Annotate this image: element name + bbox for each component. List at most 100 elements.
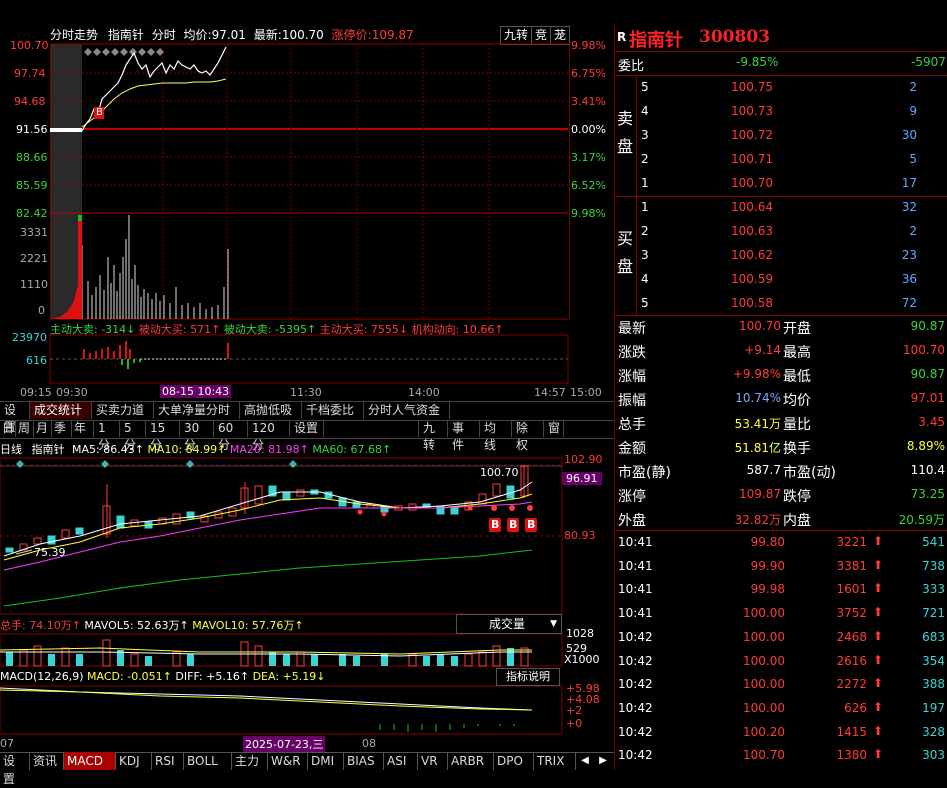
stat-label: 涨停 bbox=[618, 489, 646, 505]
tick-volume: 1601 bbox=[836, 582, 867, 597]
macd-label-4: +0 bbox=[566, 717, 583, 730]
btab-vr[interactable]: VR bbox=[418, 752, 448, 770]
tab-popularity[interactable]: 分时人气资金 bbox=[364, 402, 450, 419]
vol-total: 总手: 74.10万↑ bbox=[0, 619, 81, 632]
level-price: 100.75 bbox=[731, 80, 773, 94]
level-volume: 2 bbox=[909, 80, 917, 94]
level-price: 100.64 bbox=[731, 200, 773, 214]
stat-label: 振幅 bbox=[618, 393, 646, 409]
level-price: 100.72 bbox=[731, 128, 773, 142]
intraday-volume-bars bbox=[81, 215, 229, 319]
sell-level-row[interactable]: 2 100.71 5 bbox=[637, 149, 947, 171]
indicator-help-button[interactable]: 指标说明 bbox=[496, 668, 560, 686]
sell-char-2: 盘 bbox=[617, 137, 634, 156]
level-volume: 17 bbox=[901, 176, 917, 190]
arrow-up-icon: ⬆ bbox=[872, 628, 883, 643]
arrow-up-icon: ⬆ bbox=[872, 534, 883, 548]
buy-level-row[interactable]: 5 100.58 72 bbox=[637, 293, 947, 315]
tab-high-low[interactable]: 高抛低吸 bbox=[240, 402, 302, 419]
buy-level-row[interactable]: 2 100.63 2 bbox=[637, 221, 947, 243]
intraday-svg bbox=[49, 43, 569, 384]
tick-count: 683 bbox=[922, 629, 945, 644]
tick-count: 328 bbox=[922, 724, 945, 739]
stat-label: 市盈(静) bbox=[618, 465, 671, 481]
stat-value: 32.82万 bbox=[734, 513, 781, 527]
arrow-up-icon: ⬆ bbox=[872, 557, 883, 572]
sub-label-1: 23970 bbox=[12, 331, 47, 344]
sell-level-row[interactable]: 1 100.70 17 bbox=[637, 173, 947, 195]
btab-trix[interactable]: TRIX bbox=[534, 752, 576, 770]
tab-buy-sell-force[interactable]: 买卖力道 bbox=[92, 402, 154, 419]
tick-price: 100.00 bbox=[743, 629, 785, 644]
sell-level-row[interactable]: 3 100.72 30 bbox=[637, 125, 947, 147]
tick-row: 10:42 100.70 1380 ⬆ 303 bbox=[615, 745, 947, 767]
buy-level-row[interactable]: 1 100.64 32 bbox=[637, 197, 947, 219]
tick-volume: 2468 bbox=[836, 629, 867, 644]
level-volume: 23 bbox=[901, 248, 917, 262]
buy-side-label: 买 盘 bbox=[617, 225, 633, 281]
kline-high-label: 100.70 bbox=[480, 466, 519, 479]
tick-row: 10:42 100.00 2468 ⬆ 683 bbox=[615, 627, 947, 649]
tab-scroll-left[interactable]: ◀ bbox=[576, 752, 594, 770]
vol-dropdown-label: 成交量 bbox=[489, 617, 526, 631]
vol-dropdown[interactable]: 成交量 ▼ bbox=[456, 614, 562, 634]
buy-level-row[interactable]: 3 100.62 23 bbox=[637, 245, 947, 267]
tick-count: 721 bbox=[922, 606, 945, 621]
webi-row: 委比 -9.85% -5907 bbox=[615, 52, 947, 74]
kline-b1: B bbox=[491, 518, 500, 531]
stat-label: 涨跌 bbox=[618, 345, 646, 361]
time-axis-0915: 09:15 bbox=[20, 386, 52, 399]
tick-row: 10:41 99.90 3381 ⬆ 738 bbox=[615, 556, 947, 578]
date-axis-cursor: 2025-07-23,三 bbox=[243, 736, 326, 752]
tab-deal-stats[interactable]: 成交统计 bbox=[30, 402, 92, 419]
tab-big-order[interactable]: 大单净量分时 bbox=[154, 402, 240, 419]
btab-dmi[interactable]: DMI bbox=[308, 752, 344, 770]
stat-value-2: 100.70 bbox=[903, 343, 945, 357]
btab-bias[interactable]: BIAS bbox=[344, 752, 384, 770]
btab-main-force[interactable]: 主力 bbox=[232, 752, 268, 770]
btab-settings[interactable]: 设置 bbox=[0, 752, 30, 786]
arrow-up-icon: ⬆ bbox=[872, 676, 883, 691]
tick-time: 10:41 bbox=[618, 558, 653, 573]
btab-wr[interactable]: W&R bbox=[268, 752, 308, 770]
sell-level-row[interactable]: 4 100.73 9 bbox=[637, 101, 947, 123]
stat-value-2: 90.87 bbox=[910, 319, 945, 333]
buy-char-2: 盘 bbox=[617, 257, 634, 276]
stat-value-2: 8.89% bbox=[906, 439, 945, 453]
sell-level-row[interactable]: 5 100.75 2 bbox=[637, 77, 947, 99]
btab-kdj[interactable]: KDJ bbox=[116, 752, 152, 770]
sell-side-label: 卖 盘 bbox=[617, 105, 633, 161]
stat-value-2: 20.59万 bbox=[898, 513, 945, 527]
stat-value: 109.87 bbox=[739, 487, 781, 501]
chevron-down-icon: ▼ bbox=[550, 619, 557, 629]
level-volume: 2 bbox=[909, 224, 917, 238]
tick-price: 100.20 bbox=[743, 724, 785, 739]
tab-scroll-right[interactable]: ▶ bbox=[594, 752, 612, 770]
sub-label-2: 616 bbox=[26, 354, 47, 367]
tab-thousand-order[interactable]: 千档委比 bbox=[302, 402, 364, 419]
tab-settings[interactable]: 设置 bbox=[0, 402, 30, 434]
btab-asi[interactable]: ASI bbox=[384, 752, 418, 770]
mid-tab-bar: 设置 成交统计 买卖力道 大单净量分时 高抛低吸 千档委比 分时人气资金 bbox=[0, 401, 615, 434]
btab-boll[interactable]: BOLL bbox=[184, 752, 232, 770]
level-volume: 30 bbox=[901, 128, 917, 142]
level-volume: 9 bbox=[909, 104, 917, 118]
btab-macd[interactable]: MACD bbox=[64, 752, 116, 770]
tick-price: 99.98 bbox=[750, 582, 785, 597]
tick-count: 541 bbox=[922, 535, 945, 549]
btab-rsi[interactable]: RSI bbox=[152, 752, 184, 770]
btab-dpo[interactable]: DPO bbox=[494, 752, 534, 770]
level-index: 2 bbox=[641, 224, 649, 238]
tick-time: 10:42 bbox=[618, 629, 653, 644]
btab-news[interactable]: 资讯 bbox=[30, 752, 64, 770]
stat-value: 10.74% bbox=[735, 391, 781, 405]
stat-value-2: 97.01 bbox=[910, 391, 945, 405]
date-axis-08: 08 bbox=[362, 737, 376, 750]
tick-time: 10:42 bbox=[618, 700, 653, 715]
level-index: 1 bbox=[641, 176, 649, 190]
buy-level-row[interactable]: 4 100.59 36 bbox=[637, 269, 947, 291]
btab-arbr[interactable]: ARBR bbox=[448, 752, 494, 770]
tick-count: 303 bbox=[922, 748, 945, 763]
time-axis-1400: 14:00 bbox=[408, 386, 440, 399]
stat-value: +9.98% bbox=[732, 367, 781, 381]
